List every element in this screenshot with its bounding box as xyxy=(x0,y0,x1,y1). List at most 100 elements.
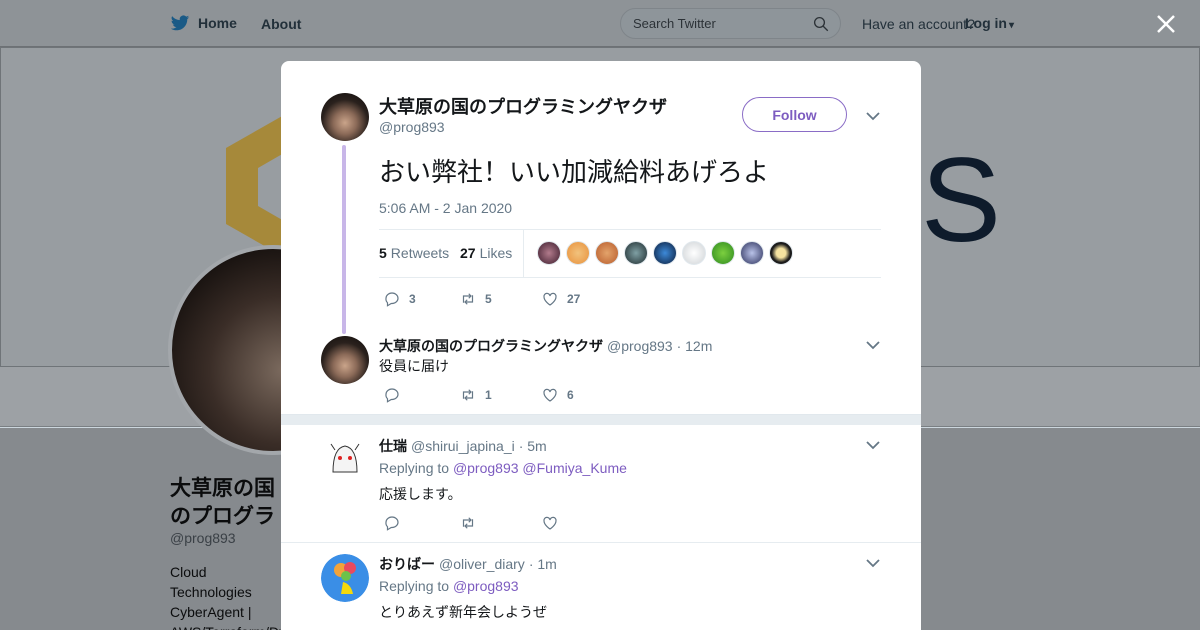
reply-count: 3 xyxy=(409,292,416,306)
nav-home-link[interactable]: Home xyxy=(170,13,237,33)
reply-icon xyxy=(385,388,399,403)
replying-prefix: Replying to xyxy=(379,460,450,476)
like-icon xyxy=(543,292,557,306)
reply-action[interactable]: 3 xyxy=(383,290,459,308)
liker-avatar[interactable] xyxy=(682,241,706,265)
retweets-stat[interactable]: 5 Retweets xyxy=(379,245,449,261)
reply-author-name[interactable]: 仕瑞 xyxy=(379,436,407,456)
have-account-text: Have an account? xyxy=(862,16,975,32)
like-icon xyxy=(543,388,557,402)
divider xyxy=(281,542,921,543)
chevron-down-icon[interactable] xyxy=(866,111,880,121)
reply-header: おりばー @oliver_diary · 1m xyxy=(379,554,557,574)
reply-actions xyxy=(383,514,559,532)
reply-action[interactable] xyxy=(383,386,459,404)
banner-text: S xyxy=(921,133,1002,267)
reply-author-name[interactable]: 大草原の国のプログラミングヤクザ xyxy=(379,336,603,356)
divider xyxy=(379,277,881,278)
reply-header: 仕瑞 @shirui_japina_i · 5m xyxy=(379,436,547,456)
reply-text: とりあえず新年会しようぜ xyxy=(379,605,547,621)
twitter-bird-icon xyxy=(170,15,190,31)
likes-label: Likes xyxy=(479,245,513,261)
chevron-down-icon[interactable] xyxy=(866,440,880,450)
likes-stat[interactable]: 27 Likes xyxy=(460,245,512,261)
replying-to: Replying to @prog893 @Fumiya_Kume xyxy=(379,460,627,476)
retweets-count: 5 xyxy=(379,245,387,261)
like-count: 27 xyxy=(567,292,581,306)
retweet-action[interactable] xyxy=(459,514,541,532)
like-action[interactable]: 27 xyxy=(541,290,580,308)
reply-icon xyxy=(385,516,399,531)
reply-action[interactable] xyxy=(383,514,459,532)
thread-separator xyxy=(281,414,921,425)
retweet-count: 1 xyxy=(485,388,492,402)
tweet-modal: 大草原の国のプログラミングヤクザ @prog893 Follow おい弊社！いい… xyxy=(281,61,921,630)
liker-avatar[interactable] xyxy=(537,241,561,265)
profile-bio: Cloud Technologies CyberAgent | AWS/Terr… xyxy=(170,564,282,630)
mention-link[interactable]: @Fumiya_Kume xyxy=(522,460,626,476)
reply-text: 応援します。 xyxy=(379,487,462,503)
author-name[interactable]: 大草原の国のプログラミングヤクザ xyxy=(379,93,667,119)
liker-avatar[interactable] xyxy=(711,241,735,265)
search-input[interactable]: Search Twitter xyxy=(620,8,841,39)
reply-actions: 1 6 xyxy=(383,386,574,404)
author-handle[interactable]: @prog893 xyxy=(379,119,445,135)
caret-down-icon: ▾ xyxy=(1009,20,1015,31)
avatar[interactable] xyxy=(321,554,369,602)
liker-avatar[interactable] xyxy=(595,241,619,265)
likers-list xyxy=(537,241,793,265)
reply-author-handle[interactable]: @prog893 xyxy=(607,338,673,354)
retweets-label: Retweets xyxy=(390,245,450,261)
likes-count: 27 xyxy=(460,245,476,261)
liker-avatar[interactable] xyxy=(624,241,648,265)
reply-icon xyxy=(385,292,399,307)
reply-author-handle[interactable]: @oliver_diary xyxy=(439,556,525,572)
replying-to: Replying to @prog893 xyxy=(379,578,519,594)
profile-handle: @prog893 xyxy=(170,530,236,546)
retweet-action[interactable]: 1 xyxy=(459,386,541,404)
tweet-timestamp[interactable]: 5:06 AM - 2 Jan 2020 xyxy=(379,200,512,216)
login-button[interactable]: Log in ▾ xyxy=(965,15,1014,31)
retweet-icon xyxy=(462,389,474,401)
reply-author-name[interactable]: おりばー xyxy=(379,554,435,574)
reply-text: 役員に届け xyxy=(379,359,449,375)
liker-avatar[interactable] xyxy=(566,241,590,265)
chevron-down-icon[interactable] xyxy=(866,558,880,568)
avatar[interactable] xyxy=(321,436,369,484)
avatar[interactable] xyxy=(321,336,369,384)
liker-avatar[interactable] xyxy=(653,241,677,265)
liker-avatar[interactable] xyxy=(769,241,793,265)
like-action[interactable]: 6 xyxy=(541,386,574,404)
like-count: 6 xyxy=(567,388,574,402)
mention-link[interactable]: @prog893 xyxy=(453,460,519,476)
reply-header: 大草原の国のプログラミングヤクザ @prog893 · 12m xyxy=(379,336,712,356)
divider xyxy=(523,230,524,277)
close-icon[interactable] xyxy=(1154,12,1178,36)
search-icon[interactable] xyxy=(812,15,830,33)
reply-author-handle[interactable]: @shirui_japina_i xyxy=(411,438,515,454)
retweet-count: 5 xyxy=(485,292,492,306)
search-placeholder: Search Twitter xyxy=(633,16,716,31)
login-label: Log in xyxy=(965,15,1007,31)
reply-time[interactable]: · 5m xyxy=(519,438,547,454)
profile-name: 大草原の国のプログラミングヤクザ xyxy=(170,476,275,528)
top-nav: Home About Search Twitter Have an accoun… xyxy=(0,0,1200,47)
retweet-action[interactable]: 5 xyxy=(459,290,541,308)
nav-home-label: Home xyxy=(198,15,237,31)
nav-about-link[interactable]: About xyxy=(261,16,301,32)
thread-line xyxy=(342,145,346,334)
liker-avatar[interactable] xyxy=(740,241,764,265)
like-action[interactable] xyxy=(541,514,559,532)
avatar[interactable] xyxy=(321,93,369,141)
chevron-down-icon[interactable] xyxy=(866,340,880,350)
divider xyxy=(379,229,881,230)
mention-link[interactable]: @prog893 xyxy=(453,578,519,594)
reply-time[interactable]: · 1m xyxy=(529,556,557,572)
like-icon xyxy=(543,516,557,530)
reply-time[interactable]: · 12m xyxy=(677,338,713,354)
retweet-icon xyxy=(462,517,474,529)
follow-button[interactable]: Follow xyxy=(742,97,847,132)
retweet-icon xyxy=(462,293,474,305)
tweet-text: おい弊社！いい加減給料あげろよ xyxy=(379,158,770,188)
replying-prefix: Replying to xyxy=(379,578,450,594)
